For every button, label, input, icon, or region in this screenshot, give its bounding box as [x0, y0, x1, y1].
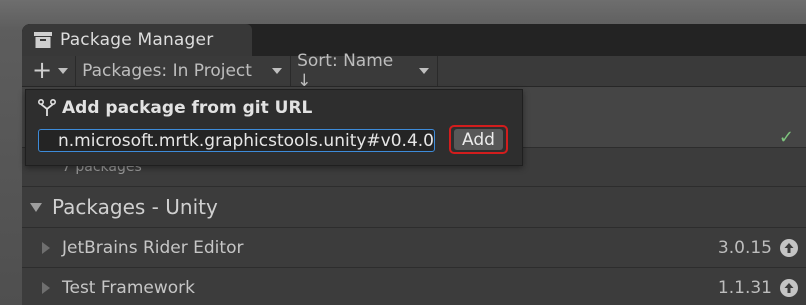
package-name: JetBrains Rider Editor: [62, 237, 244, 258]
expand-triangle-icon: [30, 202, 42, 212]
git-url-input[interactable]: n.microsoft.mrtk.graphicstools.unity#v0.…: [38, 129, 435, 152]
package-manager-icon: [34, 32, 52, 48]
package-name: Test Framework: [62, 277, 195, 298]
chevron-down-icon: [272, 68, 283, 74]
package-version: 3.0.15: [717, 237, 772, 258]
popup-title: Add package from git URL: [62, 98, 313, 118]
window-tab[interactable]: Package Manager: [22, 24, 252, 56]
add-package-menu-button[interactable]: +: [32, 56, 69, 86]
group-label: Packages - Unity: [52, 195, 218, 219]
plus-icon: +: [32, 56, 53, 84]
popup-header: Add package from git URL: [38, 98, 312, 118]
check-icon: ✓: [778, 127, 794, 148]
git-url-value: n.microsoft.mrtk.graphicstools.unity#v0.…: [57, 130, 434, 151]
window-title: Package Manager: [60, 30, 214, 50]
chevron-down-icon: [419, 68, 430, 74]
sort-dropdown[interactable]: Sort: Name ↓: [291, 51, 439, 91]
git-branch-icon: [38, 99, 56, 117]
group-header-unity[interactable]: Packages - Unity: [22, 186, 806, 228]
list-item[interactable]: Test Framework 1.1.31: [22, 268, 806, 305]
chevron-down-icon: [58, 68, 69, 74]
update-arrow-icon: [780, 278, 798, 297]
package-version: 1.1.31: [717, 277, 772, 298]
packages-filter-label: Packages: In Project: [82, 61, 252, 81]
add-from-git-url-popup: Add package from git URL n.microsoft.mrt…: [25, 89, 523, 166]
update-arrow-icon: [780, 238, 798, 257]
list-item[interactable]: JetBrains Rider Editor 3.0.15: [22, 228, 806, 268]
packages-filter-dropdown[interactable]: Packages: In Project: [76, 56, 292, 86]
collapse-triangle-icon: [42, 241, 50, 254]
add-button[interactable]: Add: [454, 129, 503, 150]
sort-label: Sort: Name ↓: [297, 51, 394, 91]
collapse-triangle-icon: [42, 281, 50, 294]
toolbar: + Packages: In Project Sort: Name ↓: [22, 51, 806, 91]
title-bar: Package Manager: [22, 24, 806, 56]
add-button-highlight: Add: [449, 125, 508, 154]
